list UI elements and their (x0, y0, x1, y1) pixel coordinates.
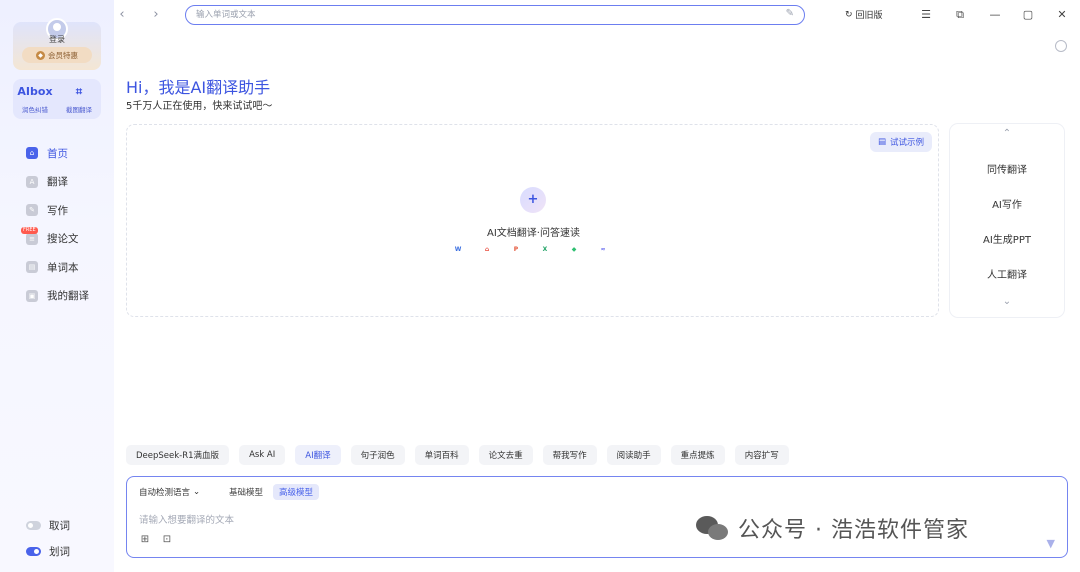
try-example-button[interactable]: ▤ 试试示例 (869, 132, 932, 152)
my-translation-icon: ▣ (26, 289, 38, 302)
excel-file-icon: X (542, 246, 548, 253)
minimize-icon[interactable]: — (987, 7, 1003, 23)
basic-model-button[interactable]: 基础模型 (223, 484, 269, 500)
select-word-toggle[interactable]: 划词 (26, 538, 70, 564)
upload-folder-icon[interactable]: ⊞ (139, 534, 151, 546)
home-icon: ⌂ (26, 147, 38, 160)
ai-tools-card: AIbox 润色纠错 ⌗ 截图翻译 (13, 79, 101, 119)
chip-deepseek[interactable]: DeepSeek-R1满血版 (126, 445, 230, 465)
chip-content-expand[interactable]: 内容扩写 (734, 445, 789, 465)
chip-key-points[interactable]: 重点提炼 (670, 445, 725, 465)
menu-icon[interactable]: ☰ (918, 7, 934, 23)
bottom-toggles: 取词 划词 (26, 512, 70, 564)
nav-label: 我的翻译 (47, 290, 89, 303)
pen-icon[interactable]: ✎ (786, 8, 794, 19)
topbar: ‹ › ✎ ↻ 回旧版 ☰ ⧉ — ▢ ✕ (114, 0, 1080, 32)
nav-item-home[interactable]: ⌂ 首页 (26, 139, 89, 168)
pick-word-toggle[interactable]: 取词 (26, 512, 70, 538)
write-icon: ✎ (26, 204, 38, 217)
sidebar: 登录 ◆ 会员特惠 AIbox 润色纠错 ⌗ 截图翻译 ⌂ 首页 A 翻译 ✎ … (0, 0, 114, 572)
nav-item-search-paper[interactable]: FREE ≡ 搜论文 (21, 225, 89, 254)
tool-label: 截图翻译 (66, 106, 92, 114)
feature-panel: ⌃ 同传翻译 AI写作 AI生成PPT 人工翻译 ⌄ (950, 124, 1064, 317)
login-label[interactable]: 登录 (0, 34, 114, 45)
chip-paper-dedup[interactable]: 论文去重 (478, 445, 533, 465)
image-upload-icon[interactable]: ⊡ (161, 534, 173, 546)
tool-label: 润色纠错 (22, 106, 48, 114)
aibox-icon: AIbox (17, 85, 53, 98)
close-icon[interactable]: ✕ (1054, 7, 1070, 23)
chevron-up-icon[interactable]: ⌃ (950, 128, 1064, 139)
toggle-label: 划词 (49, 545, 70, 558)
page-subtitle: 5千万人正在使用，快来试试吧～ (126, 101, 273, 112)
wechat-icon (696, 514, 730, 542)
free-badge: FREE (21, 226, 38, 234)
mode-chips: DeepSeek-R1满血版 Ask AI AI翻译 句子润色 单词百科 论文去… (126, 445, 789, 465)
toggle-label: 取词 (49, 519, 70, 532)
advanced-model-button[interactable]: 高级模型 (273, 484, 320, 500)
page-title: Hi，我是AI翻译助手 (126, 78, 271, 97)
history-icon[interactable] (1055, 40, 1067, 52)
watermark-text: 公众号 · 浩浩软件管家 (738, 518, 969, 543)
other-file-icon: ≈ (600, 246, 606, 253)
nav-label: 写作 (47, 204, 68, 217)
nav-item-wordbook[interactable]: ▤ 单词本 (26, 253, 89, 282)
maximize-icon[interactable]: ▢ (1020, 7, 1036, 23)
chip-help-write[interactable]: 帮我写作 (542, 445, 597, 465)
example-icon: ▤ (877, 137, 886, 147)
pick-word-switch[interactable] (26, 520, 41, 530)
nav-label: 翻译 (47, 176, 68, 189)
search-input[interactable] (196, 8, 776, 22)
paper-icon: FREE ≡ (21, 226, 38, 245)
wordbook-icon: ▤ (26, 261, 38, 274)
language-label: 自动检测语言 (139, 488, 191, 498)
image-file-icon: ◆ (571, 246, 577, 253)
main-nav: ⌂ 首页 A 翻译 ✎ 写作 FREE ≡ 搜论文 ▤ 单词本 ▣ 我的翻译 (21, 139, 89, 311)
polish-correct-tool[interactable]: AIbox 润色纠错 (13, 85, 57, 114)
search-box[interactable]: ✎ (185, 5, 805, 25)
chip-sentence-polish[interactable]: 句子润色 (350, 445, 405, 465)
nav-label: 首页 (47, 147, 68, 160)
nav-item-my-translation[interactable]: ▣ 我的翻译 (26, 282, 89, 311)
chip-reading-assistant[interactable]: 阅读助手 (606, 445, 661, 465)
send-icon[interactable]: ▼ (1047, 537, 1055, 550)
forward-arrow-icon[interactable]: › (148, 7, 164, 23)
diamond-icon: ◆ (36, 50, 45, 60)
back-arrow-icon[interactable]: ‹ (114, 7, 130, 23)
watermark: 公众号 · 浩浩软件管家 (696, 512, 969, 544)
chip-word-encyclopedia[interactable]: 单词百科 (414, 445, 469, 465)
chevron-down-icon[interactable]: ⌄ (950, 296, 1064, 307)
file-type-icons: W ⌂ P X ◆ ≈ (453, 245, 608, 255)
refresh-icon: ↻ (845, 9, 853, 20)
ppt-file-icon: P (513, 246, 519, 253)
translate-icon: A (26, 175, 38, 188)
mini-window-icon[interactable]: ⧉ (952, 7, 968, 23)
chip-ask-ai[interactable]: Ask AI (239, 445, 286, 465)
language-selector[interactable]: 自动检测语言 ⌄ (139, 486, 200, 498)
nav-item-write[interactable]: ✎ 写作 (26, 196, 89, 225)
nav-label: 单词本 (47, 261, 79, 274)
feature-ai-writing[interactable]: AI写作 (950, 196, 1064, 211)
screenshot-translate-tool[interactable]: ⌗ 截图翻译 (57, 85, 101, 114)
old-version-button[interactable]: ↻ 回旧版 (845, 8, 883, 22)
document-upload-area[interactable]: ▤ 试试示例 + AI文档翻译·问答速读 W ⌂ P X ◆ ≈ (126, 124, 939, 317)
crop-icon: ⌗ (75, 85, 83, 98)
vip-label: 会员特惠 (48, 50, 78, 60)
try-example-label: 试试示例 (889, 138, 924, 148)
nav-item-translate[interactable]: A 翻译 (26, 168, 89, 197)
chevron-down-icon: ⌄ (193, 487, 201, 497)
nav-label: 搜论文 (47, 233, 79, 246)
feature-ai-ppt[interactable]: AI生成PPT (950, 231, 1064, 246)
doc-translate-label: AI文档翻译·问答速读 (487, 228, 580, 239)
feature-human-translation[interactable]: 人工翻译 (950, 266, 1064, 281)
chip-ai-translate[interactable]: AI翻译 (295, 445, 341, 465)
old-version-label: 回旧版 (855, 11, 883, 21)
vip-offer-button[interactable]: ◆ 会员特惠 (22, 47, 92, 63)
pdf-file-icon: ⌂ (484, 246, 490, 253)
upload-plus-icon[interactable]: + (520, 187, 546, 213)
feature-simultaneous-interpretation[interactable]: 同传翻译 (950, 161, 1064, 176)
select-word-switch[interactable] (26, 546, 41, 556)
word-file-icon: W (454, 246, 462, 253)
